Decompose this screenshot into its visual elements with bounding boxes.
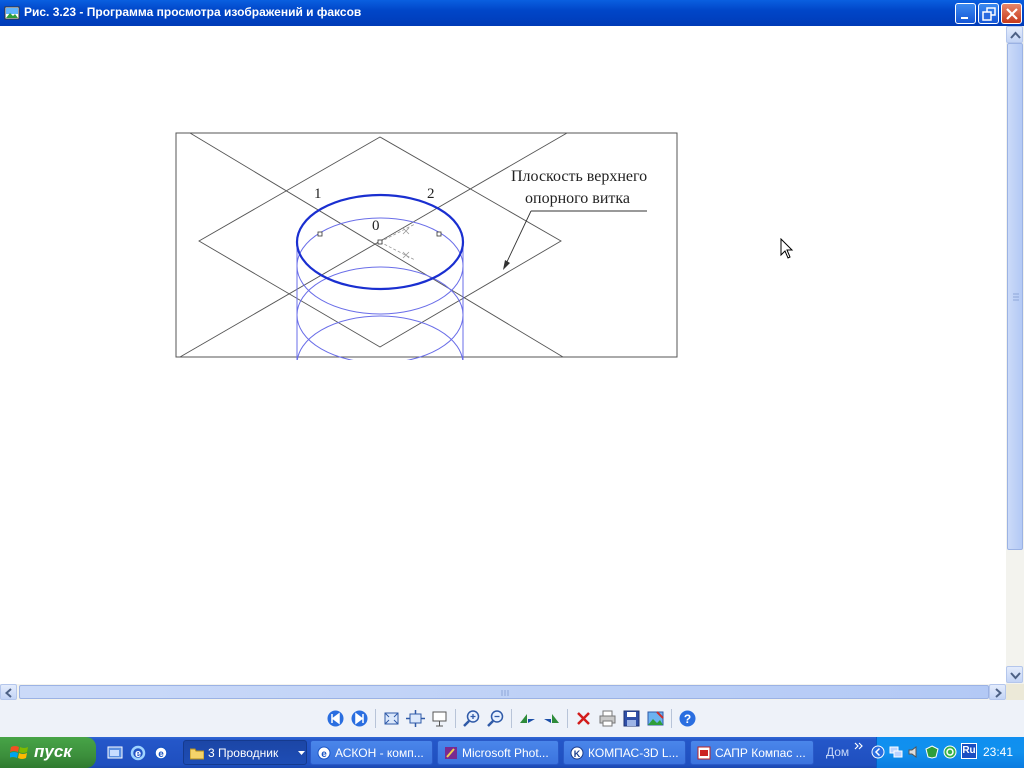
task-label: АСКОН - комп... bbox=[335, 746, 424, 760]
scroll-up-button[interactable] bbox=[1006, 26, 1023, 43]
next-image-icon bbox=[351, 710, 368, 727]
image-viewer-icon bbox=[4, 5, 20, 21]
toolbar-separator bbox=[375, 709, 376, 728]
best-fit-button[interactable] bbox=[382, 709, 401, 728]
viewer-toolbar: ? bbox=[0, 700, 1024, 737]
vertical-scroll-thumb[interactable] bbox=[1007, 43, 1023, 550]
point-2 bbox=[436, 231, 442, 237]
ie-quicklaunch-icon[interactable]: e bbox=[130, 745, 146, 761]
help-icon: ? bbox=[679, 710, 696, 727]
prev-image-icon bbox=[327, 710, 344, 727]
volume-icon[interactable] bbox=[907, 745, 921, 759]
tray-expand-icon[interactable] bbox=[871, 745, 885, 759]
window-title: Рис. 3.23 - Программа просмотра изображе… bbox=[24, 5, 362, 19]
task-label: САПР Компас ... bbox=[715, 746, 806, 760]
rotate-clockwise-icon bbox=[520, 714, 535, 723]
rotate-clockwise-button[interactable] bbox=[518, 709, 537, 728]
minimize-button[interactable] bbox=[955, 3, 976, 24]
best-fit-icon bbox=[384, 712, 399, 725]
toolbar-separator bbox=[455, 709, 456, 728]
scroll-left-button[interactable] bbox=[0, 684, 17, 700]
svg-text:K: K bbox=[574, 749, 581, 759]
toolbar-separator bbox=[671, 709, 672, 728]
edit-button[interactable] bbox=[646, 709, 665, 728]
toolbar-separator bbox=[567, 709, 568, 728]
svg-text:?: ? bbox=[684, 712, 691, 726]
point-1 bbox=[317, 231, 323, 237]
title-bar[interactable]: Рис. 3.23 - Программа просмотра изображе… bbox=[0, 0, 1024, 26]
kompas-icon: K bbox=[570, 746, 584, 760]
scrollbar-corner bbox=[1006, 684, 1024, 700]
delete-icon bbox=[577, 712, 590, 725]
prev-image-button[interactable] bbox=[326, 709, 345, 728]
task-label: 3 Проводник bbox=[208, 746, 279, 760]
show-desktop-icon[interactable] bbox=[107, 745, 123, 761]
figure-border bbox=[175, 132, 678, 358]
svg-text:e: e bbox=[321, 749, 327, 760]
restore-button[interactable] bbox=[978, 3, 999, 24]
ie-icon: e bbox=[317, 746, 331, 760]
rotate-counterclockwise-button[interactable] bbox=[542, 709, 561, 728]
help-button[interactable]: ? bbox=[678, 709, 697, 728]
vertical-scrollbar[interactable] bbox=[1006, 26, 1024, 684]
task-explorer[interactable]: 3 Проводник bbox=[183, 740, 307, 765]
close-button[interactable] bbox=[1001, 3, 1022, 24]
zoom-in-icon bbox=[463, 710, 480, 727]
horizontal-scrollbar[interactable] bbox=[0, 684, 1006, 700]
callout-label-line2: опорного витка bbox=[525, 190, 631, 207]
print-button[interactable] bbox=[598, 709, 617, 728]
pdf-icon bbox=[697, 746, 711, 760]
point-label-2: 2 bbox=[427, 186, 435, 202]
delete-button[interactable] bbox=[574, 709, 593, 728]
zoom-out-icon bbox=[487, 710, 504, 727]
print-icon bbox=[599, 710, 616, 727]
point-label-0: 0 bbox=[372, 218, 380, 234]
clock[interactable]: 23:41 bbox=[983, 745, 1013, 759]
media-quicklaunch-icon[interactable]: e bbox=[153, 745, 169, 761]
svg-text:e: e bbox=[158, 749, 164, 760]
chevron-down-icon bbox=[298, 751, 305, 755]
task-label: Microsoft Phot... bbox=[462, 746, 549, 760]
image-viewport[interactable]: 1 2 0 Плоскость верхнего опорного витка bbox=[0, 26, 1006, 684]
photo-editor-icon bbox=[445, 747, 457, 759]
start-label: пуск bbox=[34, 742, 72, 761]
task-photo-editor[interactable]: Microsoft Phot... bbox=[437, 740, 559, 765]
network-icon[interactable] bbox=[889, 745, 903, 759]
save-icon bbox=[623, 710, 640, 727]
svg-text:e: e bbox=[135, 748, 141, 760]
figure-image bbox=[175, 132, 678, 360]
point-label-1: 1 bbox=[314, 186, 322, 202]
task-askon[interactable]: e АСКОН - комп... bbox=[310, 740, 433, 765]
next-image-button[interactable] bbox=[350, 709, 369, 728]
update-icon[interactable] bbox=[943, 745, 957, 759]
chevron-double-right-icon[interactable] bbox=[854, 742, 864, 750]
point-0 bbox=[377, 239, 383, 245]
actual-size-button[interactable] bbox=[406, 709, 425, 728]
mouse-cursor-icon bbox=[780, 238, 794, 259]
toolbar-label[interactable]: Дом bbox=[826, 745, 849, 759]
slideshow-icon bbox=[432, 711, 447, 727]
folder-icon bbox=[190, 748, 204, 760]
save-button[interactable] bbox=[622, 709, 641, 728]
task-label: КОМПАС-3D L... bbox=[588, 746, 679, 760]
task-kompas[interactable]: K КОМПАС-3D L... bbox=[563, 740, 686, 765]
edit-icon bbox=[647, 711, 664, 726]
horizontal-scroll-thumb[interactable] bbox=[19, 685, 989, 699]
zoom-in-button[interactable] bbox=[462, 709, 481, 728]
actual-size-icon bbox=[406, 710, 425, 727]
slideshow-button[interactable] bbox=[430, 709, 449, 728]
windows-logo-icon bbox=[10, 746, 28, 759]
callout-label-line1: Плоскость верхнего bbox=[511, 168, 648, 185]
zoom-out-button[interactable] bbox=[486, 709, 505, 728]
antivirus-icon[interactable] bbox=[925, 745, 939, 759]
toolbar-separator bbox=[511, 709, 512, 728]
start-button[interactable]: пуск bbox=[0, 737, 96, 768]
rotate-counterclockwise-icon bbox=[544, 714, 559, 723]
language-indicator[interactable]: Ru bbox=[961, 743, 977, 759]
scroll-right-button[interactable] bbox=[989, 684, 1006, 700]
task-pdf[interactable]: САПР Компас ... bbox=[690, 740, 814, 765]
scroll-down-button[interactable] bbox=[1006, 666, 1023, 683]
